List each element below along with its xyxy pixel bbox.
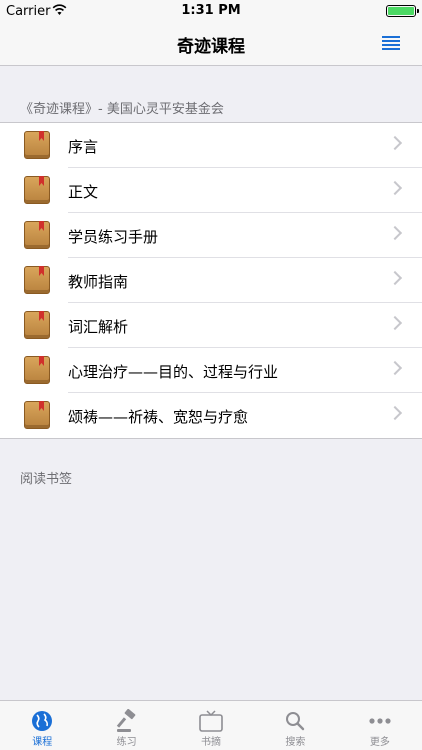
tab-label: 练习 <box>116 737 137 748</box>
tab-practice[interactable]: 练习 <box>84 701 168 750</box>
tab-course[interactable]: 课程 <box>0 701 84 750</box>
clock: 1:31 PM <box>181 3 241 18</box>
list-item-label: 教师指南 <box>68 273 129 291</box>
book-icon <box>24 131 50 159</box>
gavel-icon <box>116 709 135 732</box>
tab-label: 更多 <box>369 737 390 748</box>
tab-more[interactable]: 更多 <box>338 701 422 750</box>
list-item[interactable]: 学员练习手册 <box>0 213 422 258</box>
chevron-right-icon <box>387 315 403 331</box>
globe-icon <box>32 711 53 731</box>
book-icon <box>24 221 50 249</box>
course-list: 序言 正文 学员练习手册 教师指南 词汇解析 心理治疗——目的、过程与行业 颂祷… <box>0 122 422 439</box>
page-title: 奇迹课程 <box>177 37 245 57</box>
bookmarks-header: 阅读书签 <box>20 472 73 487</box>
list-item[interactable]: 心理治疗——目的、过程与行业 <box>0 348 422 393</box>
list-item-label: 词汇解析 <box>68 318 129 336</box>
chevron-right-icon <box>387 405 403 421</box>
book-icon <box>24 176 50 204</box>
tab-label: 课程 <box>32 737 53 748</box>
tab-excerpts[interactable]: 书摘 <box>169 701 253 750</box>
tab-search[interactable]: 搜索 <box>253 701 337 750</box>
list-item-label: 序言 <box>68 138 99 156</box>
section-header: 《奇迹课程》- 美国心灵平安基金会 <box>20 102 224 117</box>
book-icon <box>24 401 50 429</box>
book-icon <box>24 356 50 384</box>
navigation-bar: 奇迹课程 <box>0 22 422 66</box>
chevron-right-icon <box>387 360 403 376</box>
list-item-label: 学员练习手册 <box>68 228 159 246</box>
chevron-right-icon <box>387 270 403 286</box>
chevron-right-icon <box>387 180 403 196</box>
menu-list-icon[interactable] <box>382 36 400 52</box>
tab-label: 搜索 <box>285 737 306 748</box>
tv-icon <box>199 710 223 732</box>
list-item-label: 正文 <box>68 183 99 201</box>
more-icon <box>369 718 391 724</box>
book-icon <box>24 311 50 339</box>
list-item-label: 颂祷——祈祷、宽恕与疗愈 <box>68 408 249 426</box>
tab-label: 书摘 <box>201 737 222 748</box>
book-icon <box>24 266 50 294</box>
list-item-label: 心理治疗——目的、过程与行业 <box>68 363 279 381</box>
list-item[interactable]: 序言 <box>0 123 422 168</box>
chevron-right-icon <box>387 135 403 151</box>
list-item[interactable]: 教师指南 <box>0 258 422 303</box>
tab-bar: 课程 练习 书摘 搜索 更多 <box>0 700 422 750</box>
list-item[interactable]: 颂祷——祈祷、宽恕与疗愈 <box>0 393 422 438</box>
list-item[interactable]: 词汇解析 <box>0 303 422 348</box>
status-bar: Carrier 1:31 PM <box>0 0 422 22</box>
search-icon <box>286 712 305 731</box>
battery-icon <box>386 5 419 17</box>
list-item[interactable]: 正文 <box>0 168 422 213</box>
chevron-right-icon <box>387 225 403 241</box>
